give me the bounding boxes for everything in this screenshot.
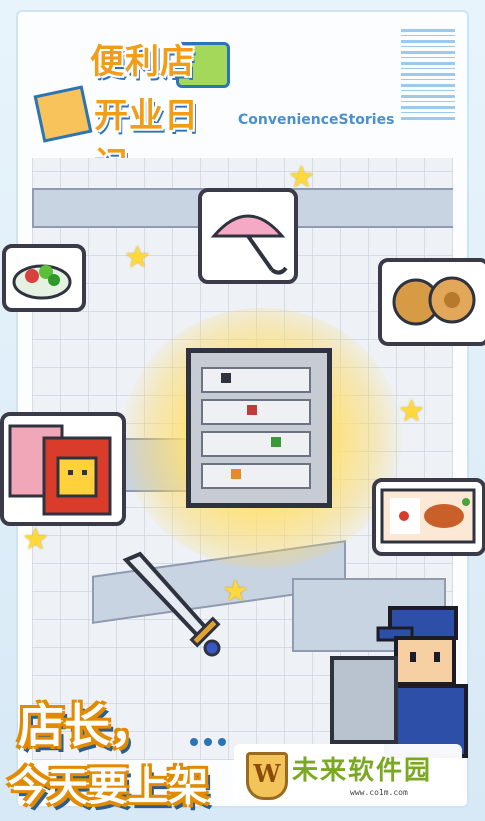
sparkle-star-icon: ★ [22, 522, 49, 557]
dolly-boxes [330, 656, 398, 744]
bread-icon [392, 276, 476, 326]
watermark-emblem-icon: W [246, 752, 288, 800]
sword-icon [122, 551, 221, 657]
sparkle-star-icon: ★ [124, 240, 151, 275]
bento-bubble [372, 478, 485, 556]
product-dot [247, 405, 257, 415]
product-dot [271, 437, 281, 447]
salad-bubble [2, 244, 86, 312]
banner-line2: 今天要上架 [8, 764, 208, 810]
bread-bubble [378, 258, 485, 346]
product-dot [231, 469, 241, 479]
gift-box-bubble [0, 412, 126, 526]
watermark-url: www.co1m.com [350, 788, 408, 797]
notebook-icon [33, 85, 93, 143]
cabinet-shelf [201, 367, 311, 393]
bento-icon [380, 488, 476, 544]
salad-icon [12, 264, 72, 300]
gift-box-icon [8, 424, 112, 516]
watermark-emblem-letter: W [253, 759, 281, 788]
sparkle-star-icon: ★ [222, 574, 249, 609]
site-watermark: W 未来软件园 www.co1m.com [234, 744, 462, 804]
logo-subtitle: ConvenienceStories [238, 112, 395, 128]
decorative-dots [190, 738, 226, 746]
barcode-decoration [401, 28, 455, 120]
umbrella-icon [210, 214, 288, 275]
cabinet-shelf [201, 431, 311, 457]
cabinet-shelf [201, 463, 311, 489]
logo-title-line1: 便利店 [90, 42, 195, 82]
umbrella-bubble [198, 188, 298, 284]
display-cabinet-icon [186, 348, 332, 508]
sparkle-star-icon: ★ [288, 160, 315, 195]
watermark-text: 未来软件园 [292, 756, 433, 786]
game-logo: 便利店 开业日记 [30, 32, 230, 185]
product-dot [221, 373, 231, 383]
banner-line1: 店长， [18, 699, 156, 753]
sparkle-star-icon: ★ [398, 394, 425, 429]
